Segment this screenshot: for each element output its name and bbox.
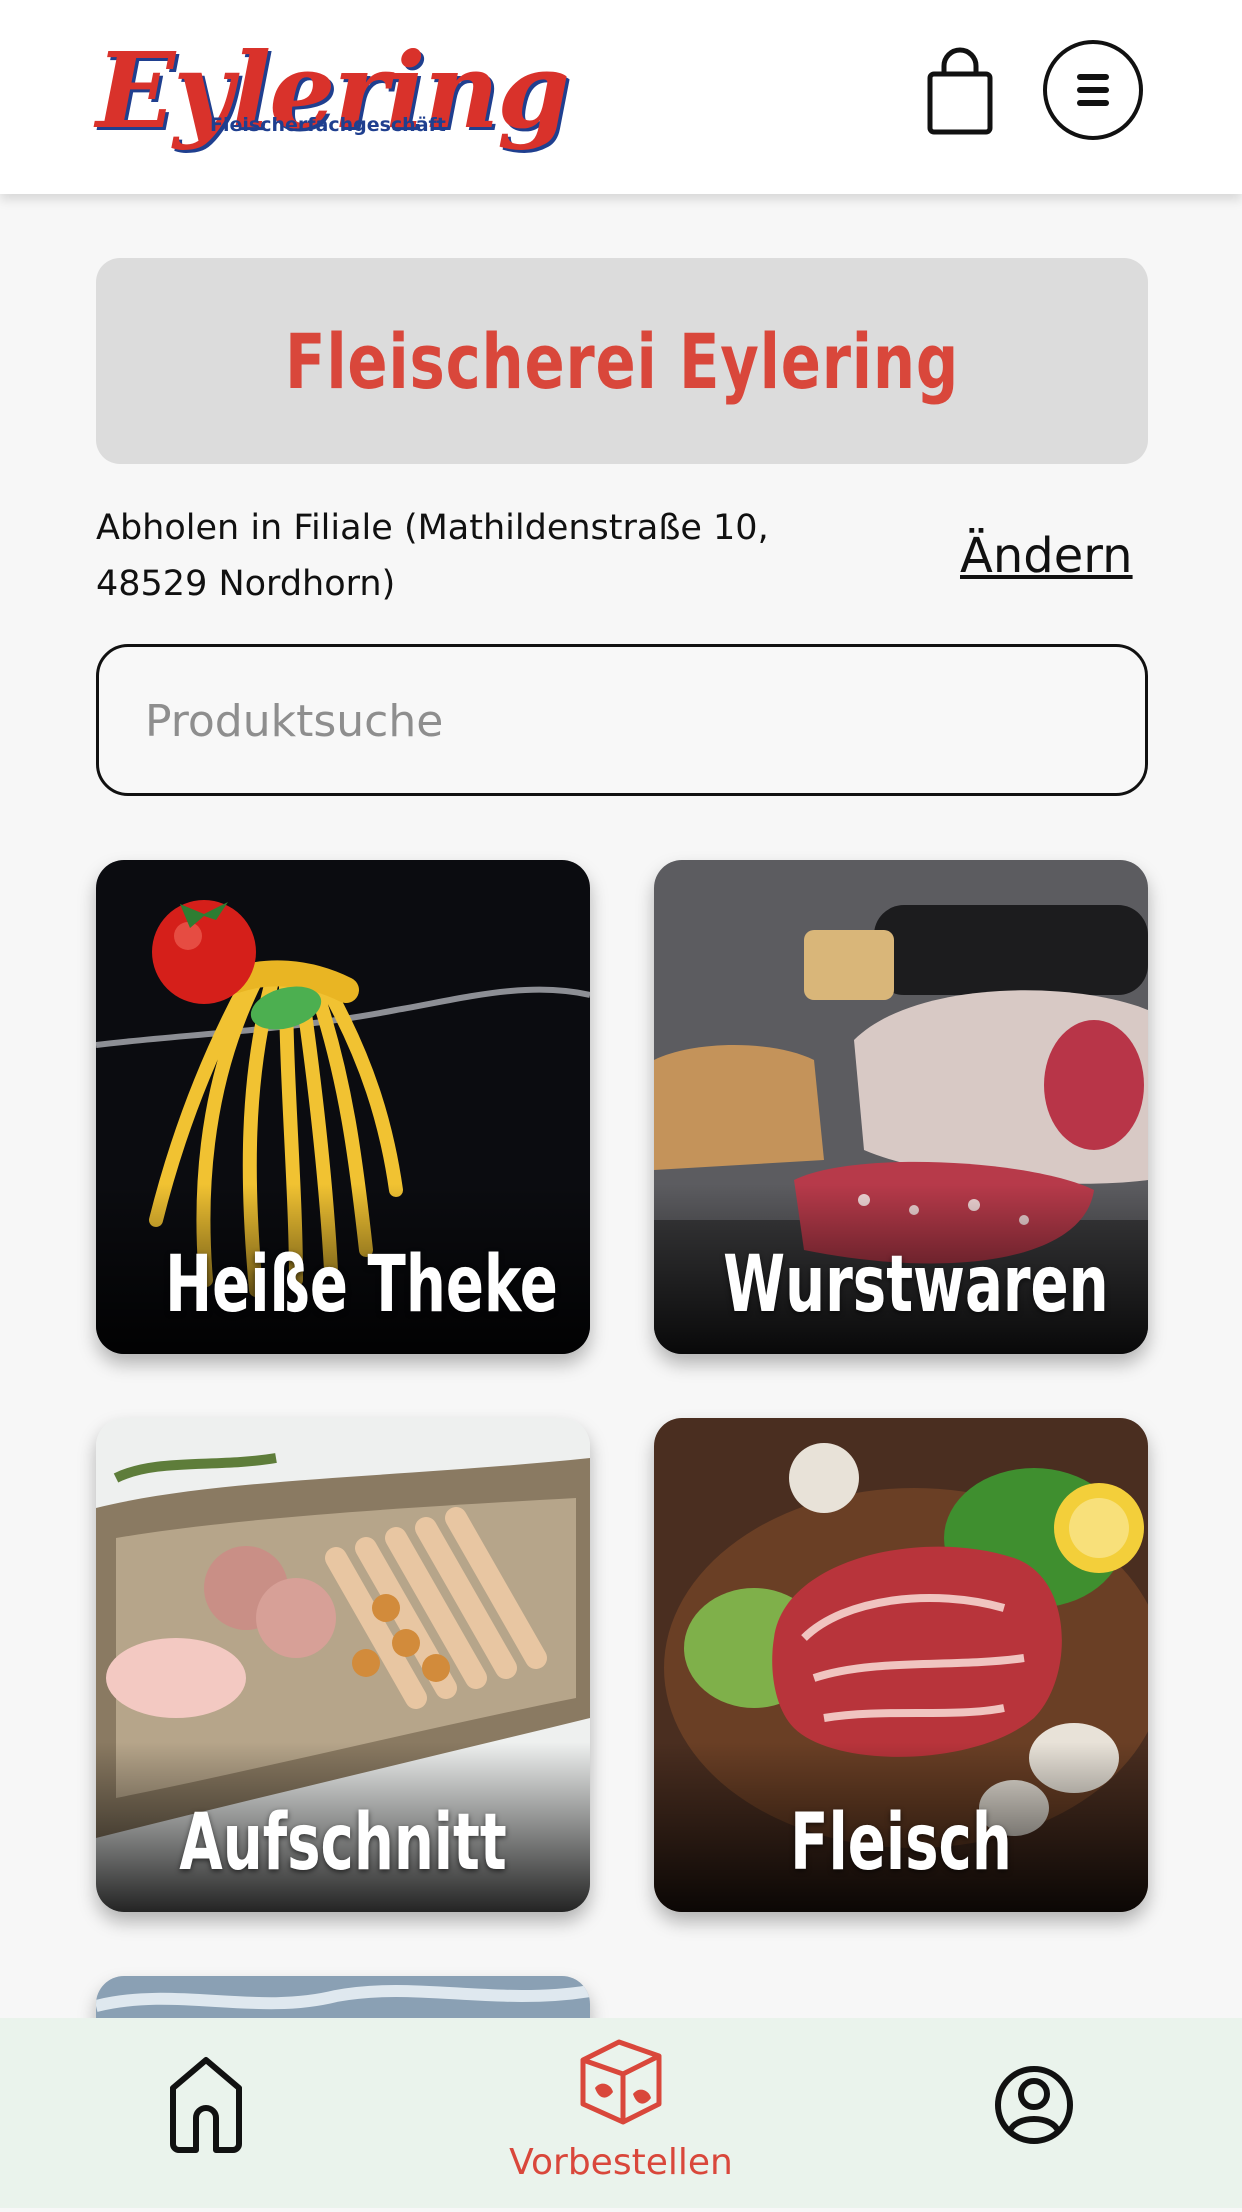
nav-home[interactable]: [56, 2018, 356, 2208]
home-icon: [170, 2057, 242, 2153]
category-tile-fleisch[interactable]: Fleisch: [654, 1418, 1148, 1912]
shopping-bag-icon: [927, 47, 993, 135]
menu-button[interactable]: [1043, 40, 1143, 140]
category-label: Wurstwaren: [723, 1240, 1109, 1330]
nav-account[interactable]: [884, 2018, 1184, 2208]
pickup-location: Abholen in Filiale (Mathildenstraße 10, …: [96, 500, 896, 612]
nav-vorbestellen[interactable]: Vorbestellen: [471, 2018, 771, 2208]
box-icon: [580, 2039, 662, 2125]
brand-logo[interactable]: Eylering Fleischerfachgeschäft: [96, 36, 570, 146]
category-label: Aufschnitt: [179, 1798, 507, 1888]
store-title: Fleischerei Eylering: [284, 316, 960, 406]
bottom-navigation: Vorbestellen: [0, 2018, 1242, 2208]
app-header: Eylering Fleischerfachgeschäft: [0, 0, 1242, 194]
pickup-line-1: Abholen in Filiale (Mathildenstraße 10,: [96, 508, 769, 548]
category-tile-heisse-theke[interactable]: Heiße Theke: [96, 860, 590, 1354]
user-icon: [995, 2066, 1073, 2144]
nav-vorbestellen-label: Vorbestellen: [509, 2142, 733, 2183]
category-label: Fleisch: [790, 1798, 1012, 1888]
change-location-link[interactable]: Ändern: [960, 528, 1133, 584]
search-input[interactable]: [143, 647, 1107, 795]
store-banner: Fleischerei Eylering: [96, 258, 1148, 464]
category-label: Heiße Theke: [165, 1240, 558, 1330]
cart-button[interactable]: [920, 46, 1000, 140]
logo-subtitle: Fleischerfachgeschäft: [210, 114, 446, 136]
pickup-line-2: 48529 Nordhorn): [96, 564, 396, 604]
category-tile-aufschnitt[interactable]: Aufschnitt: [96, 1418, 590, 1912]
category-tile-wurstwaren[interactable]: Wurstwaren: [654, 860, 1148, 1354]
product-search[interactable]: [96, 644, 1148, 796]
